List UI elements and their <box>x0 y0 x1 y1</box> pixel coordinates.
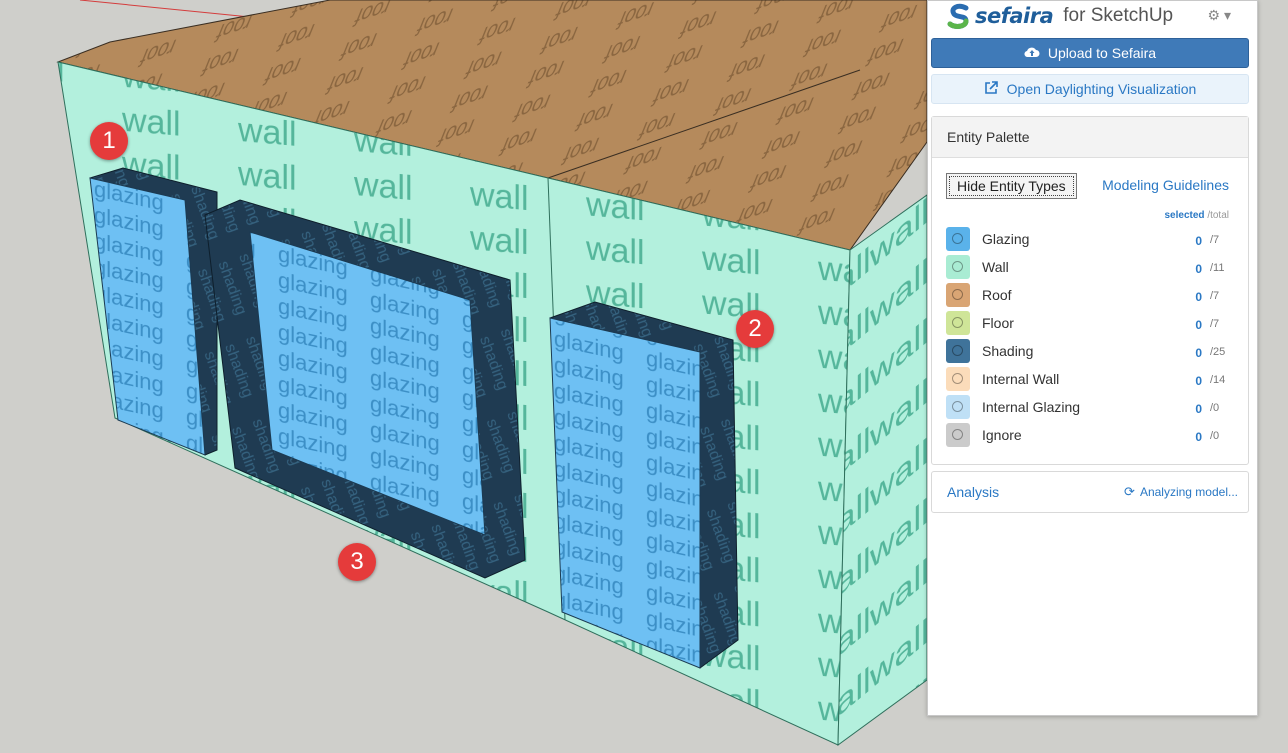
analysis-status: ⟳ Analyzing model... <box>1124 484 1238 500</box>
column-total-label: /total <box>1207 210 1229 221</box>
entity-total-count: /0 <box>1210 430 1220 442</box>
open-daylighting-button[interactable]: Open Daylighting Visualization <box>931 74 1249 104</box>
analysis-status-text: Analyzing model... <box>1139 485 1238 499</box>
upload-label: Upload to Sefaira <box>1047 45 1157 61</box>
daylight-label: Open Daylighting Visualization <box>1006 81 1197 97</box>
entity-label: Ignore <box>982 427 1022 443</box>
entity-row-wall[interactable]: Wall 0/11 <box>946 255 1232 279</box>
brand-name: sefaira <box>975 4 1054 28</box>
entity-selected-count: 0 <box>1195 262 1202 276</box>
external-link-icon <box>984 80 998 98</box>
brand-subtitle: for SketchUp <box>1063 5 1174 26</box>
entity-selected-count: 0 <box>1195 374 1202 388</box>
hide-entity-types-button[interactable]: Hide Entity Types <box>946 173 1077 199</box>
entity-swatch-icon[interactable] <box>946 367 970 391</box>
entity-row-glazing[interactable]: Glazing 0/7 <box>946 227 1232 251</box>
entity-swatch-icon[interactable] <box>946 395 970 419</box>
entity-row-ignore[interactable]: Ignore 0/0 <box>946 423 1232 447</box>
entity-selected-count: 0 <box>1195 290 1202 304</box>
brand-header: sefaira for SketchUp <box>946 1 1173 31</box>
cloud-upload-icon <box>1024 45 1040 61</box>
entity-total-count: /7 <box>1210 318 1220 330</box>
entity-label: Internal Wall <box>982 371 1060 387</box>
entity-row-internal-glazing[interactable]: Internal Glazing 0/0 <box>946 395 1232 419</box>
entity-swatch-icon[interactable] <box>946 283 970 307</box>
sefaira-logo-icon <box>946 3 972 29</box>
entity-palette-title: Entity Palette <box>932 117 1248 158</box>
analysis-link[interactable]: Analysis <box>947 484 999 500</box>
entity-selected-count: 0 <box>1195 346 1202 360</box>
entity-total-count: /14 <box>1210 374 1226 386</box>
entity-total-count: /7 <box>1210 234 1220 246</box>
entity-swatch-icon[interactable] <box>946 227 970 251</box>
entity-selected-count: 0 <box>1195 402 1202 416</box>
refresh-icon: ⟳ <box>1124 484 1135 499</box>
analysis-card: Analysis ⟳ Analyzing model... <box>931 471 1249 513</box>
entity-swatch-icon[interactable] <box>946 423 970 447</box>
entity-label: Wall <box>982 259 1009 275</box>
entity-selected-count: 0 <box>1195 234 1202 248</box>
column-selected-label: selected <box>1164 210 1205 221</box>
entity-row-shading[interactable]: Shading 0/25 <box>946 339 1232 363</box>
entity-row-floor[interactable]: Floor 0/7 <box>946 311 1232 335</box>
entity-total-count: /25 <box>1210 346 1226 358</box>
glazing-window-3 <box>549 317 701 669</box>
entity-row-internal-wall[interactable]: Internal Wall 0/14 <box>946 367 1232 391</box>
entity-total-count: /0 <box>1210 402 1220 414</box>
column-header: selected /total <box>1165 210 1230 221</box>
marker-1: 1 <box>90 122 128 160</box>
entity-total-count: /11 <box>1210 262 1225 274</box>
marker-2: 2 <box>736 310 774 348</box>
sefaira-panel: sefaira for SketchUp ⚙ ▾ Upload to Sefai… <box>927 0 1258 716</box>
entity-total-count: /7 <box>1210 290 1220 302</box>
entity-label: Roof <box>982 287 1012 303</box>
entity-row-roof[interactable]: Roof 0/7 <box>946 283 1232 307</box>
entity-palette: Entity Palette Hide Entity Types Modelin… <box>931 116 1249 465</box>
entity-label: Internal Glazing <box>982 399 1081 415</box>
entity-selected-count: 0 <box>1195 318 1202 332</box>
side-wall <box>837 194 928 747</box>
entity-swatch-icon[interactable] <box>946 311 970 335</box>
entity-label: Floor <box>982 315 1014 331</box>
entity-selected-count: 0 <box>1195 430 1202 444</box>
entity-label: Glazing <box>982 231 1030 247</box>
gear-icon[interactable]: ⚙ ▾ <box>1208 7 1231 24</box>
upload-button[interactable]: Upload to Sefaira <box>931 38 1249 68</box>
entity-swatch-icon[interactable] <box>946 255 970 279</box>
entity-swatch-icon[interactable] <box>946 339 970 363</box>
marker-3: 3 <box>338 543 376 581</box>
entity-label: Shading <box>982 343 1034 359</box>
modeling-guidelines-link[interactable]: Modeling Guidelines <box>1102 177 1229 193</box>
